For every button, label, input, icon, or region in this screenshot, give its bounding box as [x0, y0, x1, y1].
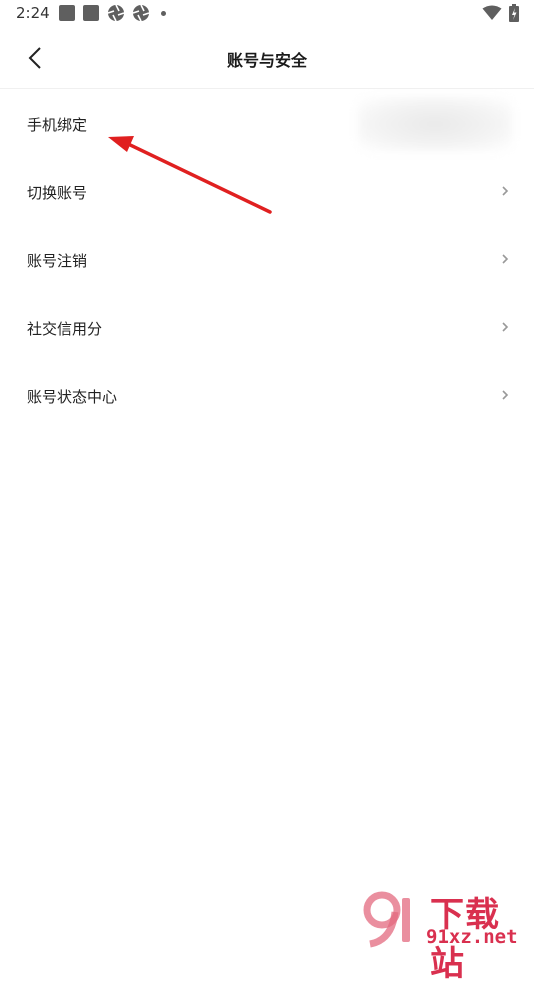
- list-item-label: 手机绑定: [27, 116, 88, 134]
- watermark-url: 91xz.net: [426, 926, 518, 948]
- list-item-account-deletion[interactable]: 账号注销: [0, 225, 534, 293]
- list-item-account-status-center[interactable]: 账号状态中心: [0, 361, 534, 429]
- more-notifications-dot: [161, 11, 166, 16]
- chevron-right-icon: [502, 254, 509, 264]
- blurred-phone-number: [358, 97, 512, 151]
- wifi-icon: [482, 5, 502, 20]
- list-item-social-credit[interactable]: 社交信用分: [0, 293, 534, 361]
- watermark: 下载站 91xz.net: [360, 886, 534, 984]
- list-item-label: 账号状态中心: [27, 388, 118, 406]
- red-arrow-icon: [108, 136, 272, 214]
- status-bar: 2:24: [0, 0, 534, 28]
- status-time: 2:24: [16, 4, 50, 22]
- watermark-logo-icon: [363, 891, 410, 948]
- page-title: 账号与安全: [226, 51, 307, 70]
- notification-icon: [83, 5, 99, 21]
- list-item-label: 切换账号: [27, 184, 88, 202]
- list-item-label: 社交信用分: [27, 320, 103, 338]
- chevron-right-icon: [502, 390, 509, 400]
- aperture-icon: [132, 4, 150, 22]
- chevron-right-icon: [502, 322, 509, 332]
- notification-icon: [59, 5, 75, 21]
- battery-icon: [509, 4, 519, 22]
- app-header: 账号与安全: [0, 28, 534, 88]
- chevron-right-icon: [502, 186, 509, 196]
- list-item-label: 账号注销: [27, 252, 88, 270]
- aperture-icon: [107, 4, 125, 22]
